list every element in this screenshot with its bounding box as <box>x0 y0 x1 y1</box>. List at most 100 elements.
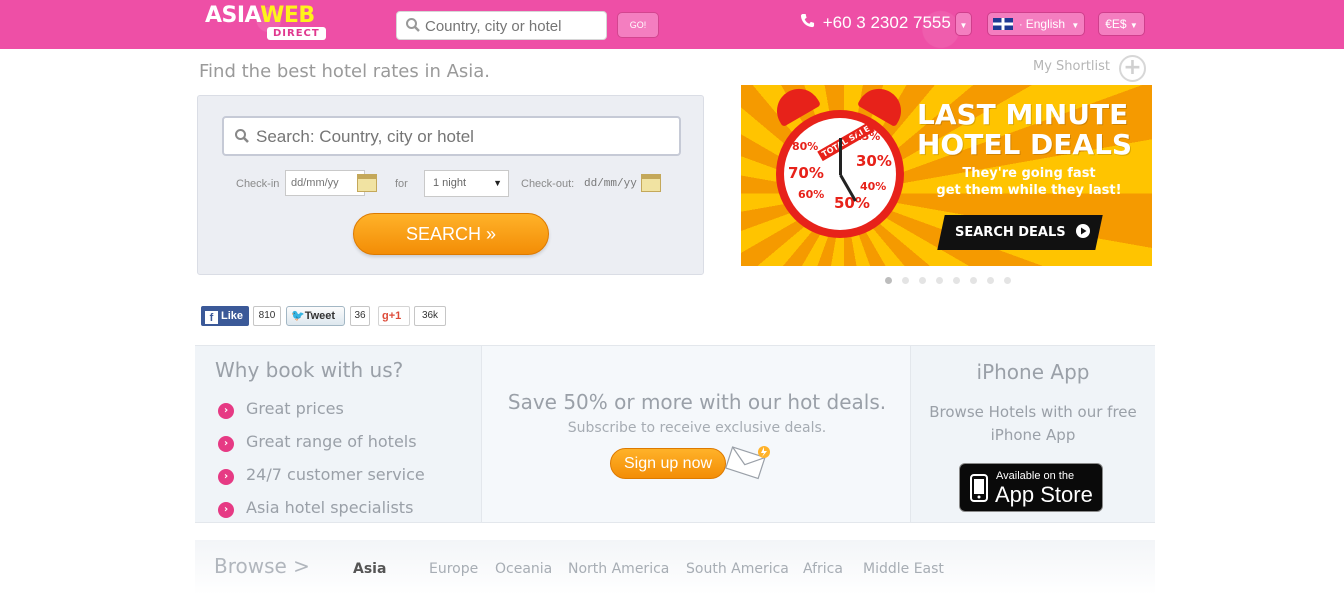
chevron-down-icon: ▼ <box>1071 21 1080 30</box>
alarm-clock-icon: TOTAL SALE 15% 30% 40% 50% 60% 70% 80% <box>776 110 904 238</box>
envelope-icon <box>725 446 770 480</box>
gplus-count: 36k <box>414 306 446 326</box>
why-book-item-label: Great prices <box>246 399 344 418</box>
search-deals-button[interactable]: SEARCH DEALS <box>937 215 1103 250</box>
carousel-dot[interactable] <box>936 277 943 284</box>
percent-label: 40% <box>860 180 887 193</box>
why-book-item: › Great range of hotels <box>218 432 417 452</box>
tweet-button[interactable]: 🐦Tweet <box>286 306 345 326</box>
search-button[interactable]: SEARCH » <box>353 213 549 255</box>
hotel-search-panel: Check-in for 1 night ▼ Check-out: dd/mm/… <box>197 95 704 275</box>
add-shortlist-icon[interactable]: + <box>1119 55 1146 82</box>
tweet-label: Tweet <box>304 310 336 322</box>
arrow-right-icon: › <box>218 403 234 419</box>
carousel-dot[interactable] <box>885 277 892 284</box>
why-book-section: Why book with us? › Great prices › Great r… <box>215 358 425 518</box>
iphone-app-subtitle-line: iPhone App <box>990 426 1076 444</box>
carousel-dot[interactable] <box>919 277 926 284</box>
checkout-label: Check-out: <box>521 178 575 190</box>
logo-subtitle: DIRECT <box>267 27 326 40</box>
phone-text: +60 3 2302 7555 <box>822 13 951 32</box>
currency-label: €E$ <box>1105 17 1127 31</box>
browse-heading: Browse > <box>214 554 310 578</box>
why-book-item: › Great prices <box>218 399 344 419</box>
app-store-badge[interactable]: Available on the App Store <box>959 463 1103 512</box>
facebook-like-button[interactable]: f Like <box>201 306 249 326</box>
top-header-bar: ASIAWEB DIRECT GO! +60 3 2302 7555 ▼ · E… <box>0 0 1344 49</box>
app-store-line1: Available on the <box>996 470 1075 482</box>
why-book-heading: Why book with us? <box>215 358 404 382</box>
banner-title-line: LAST MINUTE <box>917 98 1129 131</box>
like-label: Like <box>221 310 244 322</box>
checkin-label: Check-in <box>236 178 280 190</box>
chevron-down-icon: ▼ <box>1129 21 1138 30</box>
region-tab-north-america[interactable]: North America <box>568 561 669 577</box>
region-tab-africa[interactable]: Africa <box>803 561 843 577</box>
checkout-calendar-icon[interactable] <box>641 174 661 192</box>
page-tagline: Find the best hotel rates in Asia. <box>199 61 491 82</box>
iphone-app-heading: iPhone App <box>976 360 1090 384</box>
region-tab-europe[interactable]: Europe <box>429 561 478 577</box>
destination-search-input[interactable] <box>256 124 671 150</box>
carousel-dot[interactable] <box>902 277 909 284</box>
why-book-item: › 24/7 customer service <box>218 465 425 485</box>
carousel-dot[interactable] <box>970 277 977 284</box>
iphone-app-section: iPhone App Browse Hotels with our free i… <box>911 346 1155 522</box>
search-icon <box>406 18 420 32</box>
google-plus-icon: g <box>382 310 389 322</box>
carousel-dot[interactable] <box>987 277 994 284</box>
nights-select[interactable]: 1 night ▼ <box>424 170 509 197</box>
features-strip: Why book with us? › Great prices › Great r… <box>195 345 1155 523</box>
carousel-dot[interactable] <box>953 277 960 284</box>
carousel-dot[interactable] <box>1004 277 1011 284</box>
go-button[interactable]: GO! <box>617 12 659 38</box>
percent-label: 80% <box>792 140 819 153</box>
gplus-label: +1 <box>388 310 402 322</box>
twitter-bird-icon: 🐦 <box>291 310 305 322</box>
arrow-right-icon: › <box>218 469 234 485</box>
region-tab-asia[interactable]: Asia <box>353 561 386 577</box>
checkin-calendar-icon[interactable] <box>357 174 377 192</box>
site-logo[interactable]: ASIAWEB DIRECT <box>205 5 335 45</box>
why-book-item: › Asia hotel specialists <box>218 498 413 518</box>
currency-selector[interactable]: €E$ ▼ <box>1098 12 1145 36</box>
uk-flag-icon <box>992 18 1013 30</box>
header-search-input[interactable] <box>425 15 600 37</box>
google-plus-button[interactable]: g+1 <box>378 306 410 326</box>
hot-deals-heading: Save 50% or more with our hot deals. <box>507 390 887 414</box>
chevron-down-icon: ▼ <box>959 21 968 30</box>
why-book-item-label: Asia hotel specialists <box>246 498 414 517</box>
logo-wordmark: ASIAWEB <box>205 3 315 28</box>
phone-dropdown-button[interactable]: ▼ <box>955 12 972 36</box>
arrow-right-icon: › <box>218 502 234 518</box>
sign-up-button[interactable]: Sign up now <box>610 448 726 479</box>
region-tab-oceania[interactable]: Oceania <box>495 561 552 577</box>
phone-number: +60 3 2302 7555 <box>800 13 951 35</box>
play-circle-icon <box>1076 215 1091 250</box>
shortlist-link[interactable]: My Shortlist <box>1033 59 1110 74</box>
for-label: for <box>395 178 408 190</box>
header-search-field[interactable] <box>396 11 607 40</box>
banner-subtitle-line: get them while they last! <box>936 183 1122 198</box>
app-store-line2: App Store <box>995 482 1093 507</box>
percent-label: 15% <box>854 130 881 143</box>
region-tab-middle-east[interactable]: Middle East <box>863 561 944 577</box>
arrow-right-icon: › <box>218 436 234 452</box>
percent-label: 70% <box>788 164 824 182</box>
tweet-count: 36 <box>350 306 370 326</box>
checkin-date-field[interactable] <box>285 170 365 196</box>
checkin-date-input[interactable] <box>286 171 364 195</box>
percent-label: 30% <box>856 152 892 170</box>
clock-face: TOTAL SALE 15% 30% 40% 50% 60% 70% 80% <box>784 118 896 230</box>
hot-deals-signup-section: Save 50% or more with our hot deals. Sub… <box>481 346 911 522</box>
destination-search-field[interactable] <box>222 116 681 156</box>
percent-label: 60% <box>798 188 825 201</box>
region-tab-south-america[interactable]: South America <box>686 561 789 577</box>
last-minute-deals-banner[interactable]: TOTAL SALE 15% 30% 40% 50% 60% 70% 80% L… <box>741 85 1152 266</box>
why-book-item-label: 24/7 customer service <box>246 465 425 484</box>
language-selector[interactable]: · English ▼ <box>987 12 1085 36</box>
language-label: English <box>1025 17 1066 31</box>
like-count: 810 <box>253 306 281 326</box>
banner-subtitle-line: They're going fast <box>962 166 1096 181</box>
search-deals-label: SEARCH DEALS <box>955 225 1066 240</box>
